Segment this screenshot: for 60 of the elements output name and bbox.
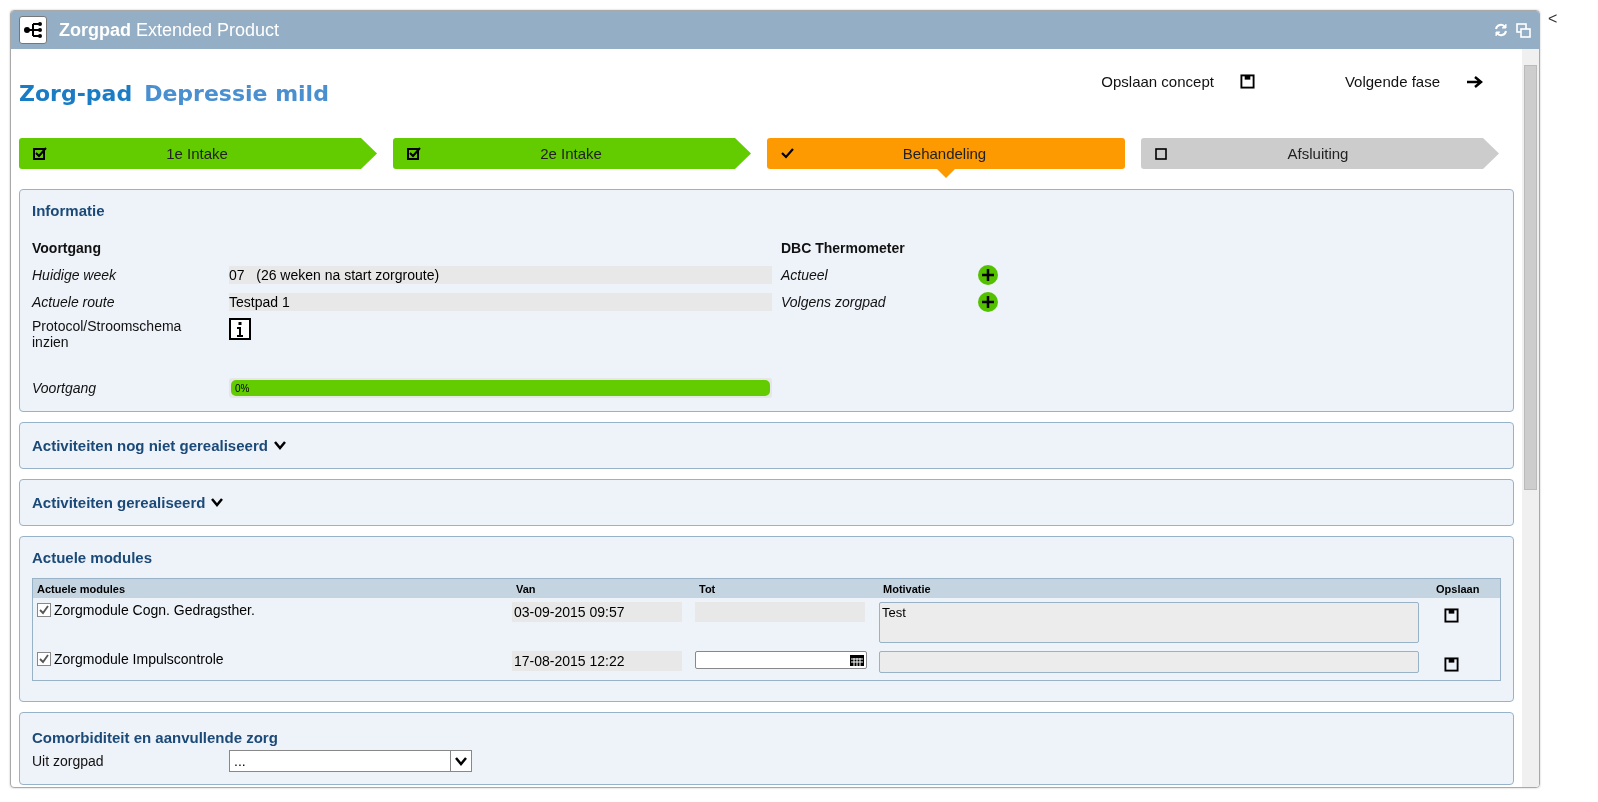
section-toggle[interactable]: Activiteiten nog niet gerealiseerd xyxy=(32,437,1501,454)
column-header: Van xyxy=(515,582,537,595)
end-date-field[interactable] xyxy=(695,651,867,669)
current-step-pointer xyxy=(937,169,955,178)
column-header: Motivatie xyxy=(882,582,932,595)
chevron-down-icon[interactable] xyxy=(455,756,467,766)
field-label: Protocol/Stroomschema inzien xyxy=(32,318,183,350)
motivation-field[interactable]: Test xyxy=(879,602,1419,643)
subheading: DBC Thermometer xyxy=(781,240,906,256)
tree-logo-icon xyxy=(19,16,47,44)
start-date-field: 17-08-2015 12:22 xyxy=(512,651,682,671)
save-icon[interactable] xyxy=(1444,657,1459,672)
column-header: Tot xyxy=(698,582,717,595)
section-toggle[interactable]: Activiteiten gerealiseerd xyxy=(32,494,1501,511)
next-phase-button[interactable]: Volgende fase xyxy=(1344,73,1484,90)
add-icon[interactable] xyxy=(978,265,998,285)
check-icon xyxy=(781,148,794,159)
save-icon[interactable] xyxy=(1444,608,1459,623)
start-date-field: 03-09-2015 09:57 xyxy=(512,602,682,622)
phase-step[interactable]: 2e Intake xyxy=(393,138,751,169)
motivation-field[interactable] xyxy=(879,651,1419,673)
save-draft-button[interactable]: Opslaan concept xyxy=(1101,73,1255,90)
empty-box-icon xyxy=(1155,147,1167,160)
column-header: Actuele modules xyxy=(36,582,127,595)
checked-box-icon xyxy=(407,147,421,160)
field-value: 07 (26 weken na start zorgroute) xyxy=(229,266,772,284)
save-icon[interactable] xyxy=(1239,74,1255,89)
page-title: Zorg-pad xyxy=(19,81,133,106)
field-label: Actuele route xyxy=(32,294,116,310)
checked-box-icon xyxy=(33,147,47,160)
field-label: Actueel xyxy=(781,267,829,283)
chevron-down-icon[interactable] xyxy=(273,441,286,450)
calendar-icon[interactable] xyxy=(850,654,864,666)
field-label: Uit zorgpad xyxy=(32,753,105,769)
pathway-name: Depressie mild xyxy=(144,81,329,106)
chevron-down-icon[interactable] xyxy=(211,498,224,507)
arrow-right-icon xyxy=(1466,74,1484,89)
field-value: Testpad 1 xyxy=(229,293,772,311)
subheading: Voortgang xyxy=(32,240,102,256)
phase-step[interactable]: 1e Intake xyxy=(19,138,377,169)
info-icon[interactable] xyxy=(229,318,251,340)
section-title: Informatie xyxy=(32,202,106,219)
field-label: Volgens zorgpad xyxy=(781,294,887,310)
field-label: Huidige week xyxy=(32,267,118,283)
phase-step[interactable]: Behandeling xyxy=(767,138,1125,169)
scrollbar[interactable] xyxy=(1522,49,1539,787)
field-label: Voortgang xyxy=(32,380,98,396)
section-title: Actuele modules xyxy=(32,549,154,566)
progress-reading: 0% xyxy=(234,382,250,394)
checkbox[interactable] xyxy=(37,603,51,617)
checkbox[interactable] xyxy=(37,652,51,666)
window-title: Zorgpad Extended Product xyxy=(59,19,280,41)
section-title: Comorbiditeit en aanvullende zorg xyxy=(32,729,279,746)
collapse-toggle[interactable]: < xyxy=(1548,10,1558,792)
add-icon[interactable] xyxy=(978,292,998,312)
module-name: Zorgmodule Impulscontrole xyxy=(54,651,224,667)
column-header: Opslaan xyxy=(1435,582,1481,595)
dropdown-select[interactable]: ... xyxy=(229,750,472,772)
phase-step[interactable]: Afsluiting xyxy=(1141,138,1499,169)
module-name: Zorgmodule Cogn. Gedragsther. xyxy=(54,602,255,618)
